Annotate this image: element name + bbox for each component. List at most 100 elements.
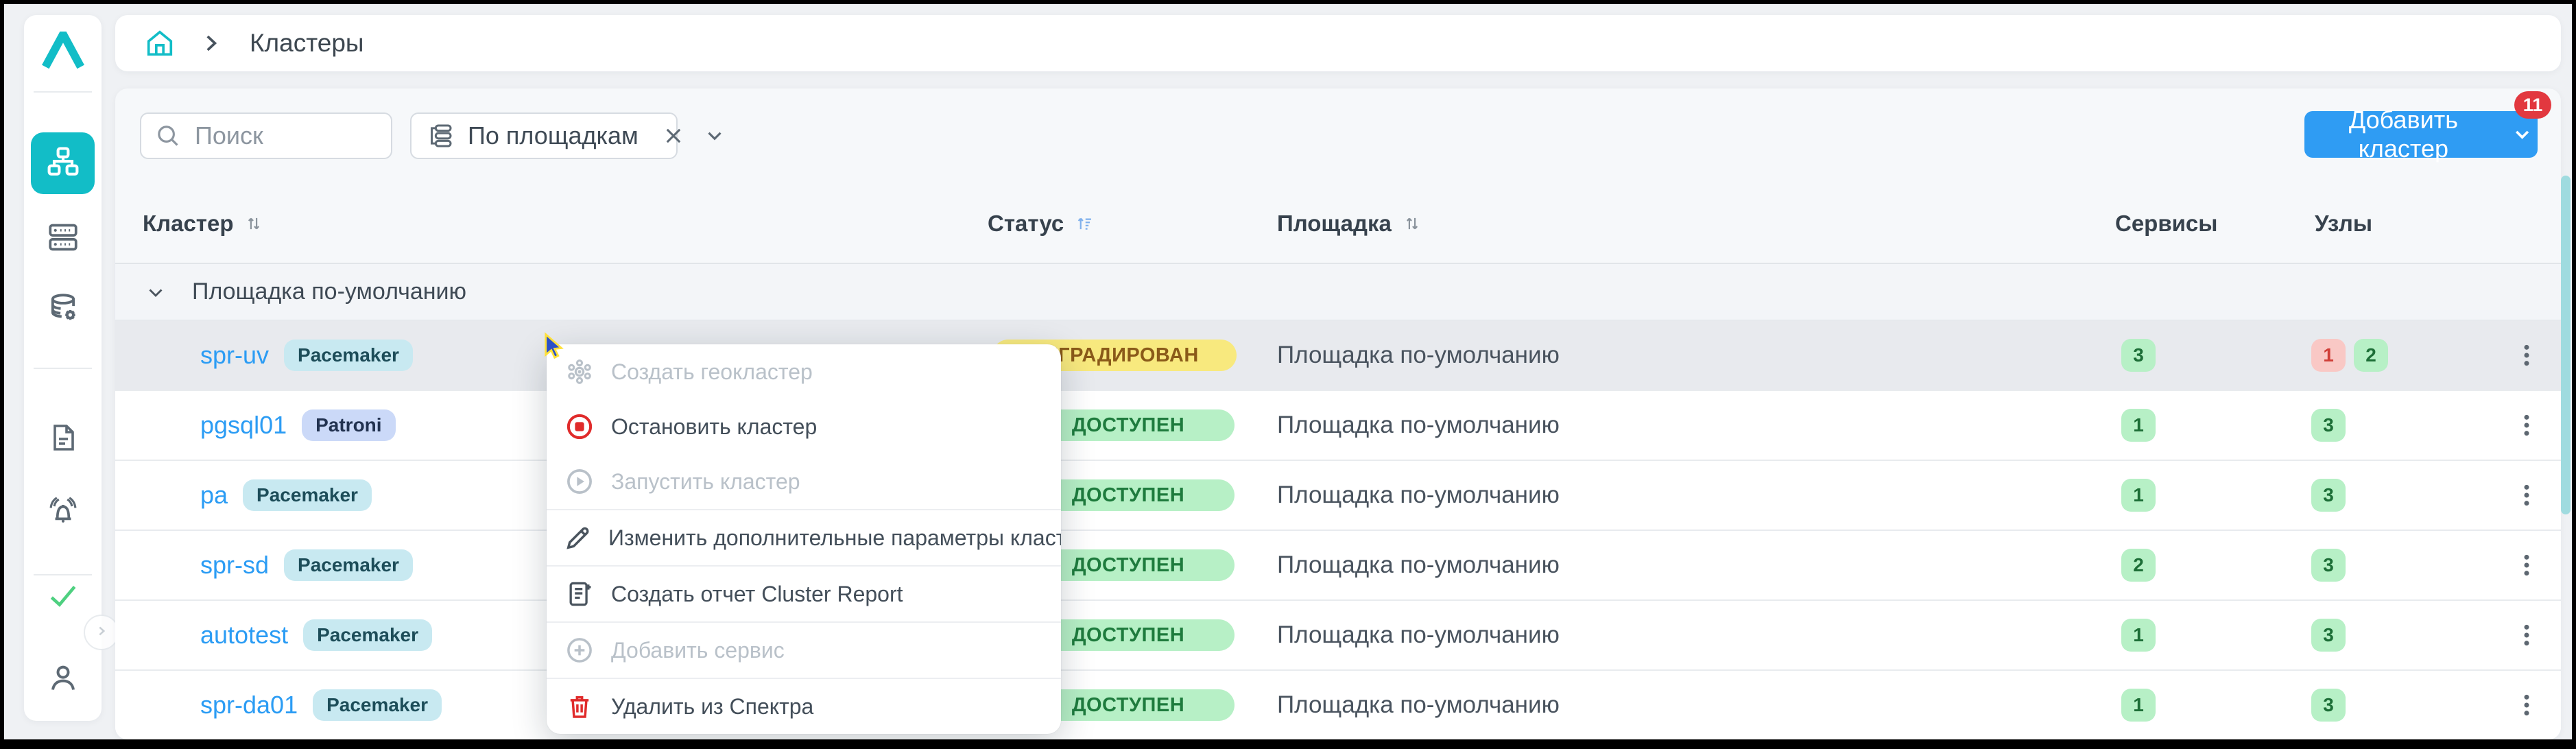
sidebar-item-profile[interactable]	[24, 654, 102, 704]
count-badge-ok: 3	[2311, 689, 2346, 722]
cluster-topology-icon	[45, 144, 81, 183]
kebab-menu-icon[interactable]	[2507, 601, 2546, 669]
engine-badge: Pacemaker	[313, 689, 442, 721]
services-cell: 1	[2121, 689, 2156, 722]
menu-item-label: Изменить дополнительные параметры класте…	[608, 525, 1061, 551]
cluster-context-menu: Создать геокластер Остановить кластер Запу…	[547, 344, 1061, 734]
menu-item: Добавить сервис	[547, 623, 1061, 678]
sidebar-item-status-check[interactable]	[24, 578, 102, 616]
table-row[interactable]: paPacemakerДОСТУПЕНПлощадка по-умолчанию…	[115, 461, 2561, 531]
filter-clear-icon[interactable]	[662, 124, 685, 147]
engine-badge: Pacemaker	[243, 479, 372, 511]
kebab-menu-icon[interactable]	[2507, 391, 2546, 460]
cluster-link[interactable]: spr-sd	[200, 551, 269, 580]
nodes-cell: 3	[2311, 549, 2346, 582]
notification-badge: 11	[2514, 91, 2551, 119]
table-row[interactable]: pgsql01PatroniДОСТУПЕНПлощадка по-умолча…	[115, 391, 2561, 461]
count-badge-ok: 3	[2311, 409, 2346, 442]
filter-dropdown[interactable]: По площадкам	[410, 112, 678, 159]
nodes-cell: 3	[2311, 619, 2346, 652]
cluster-name-cell: spr-sd Pacemaker	[200, 531, 413, 599]
services-cell: 2	[2121, 549, 2156, 582]
count-badge-ok: 2	[2354, 339, 2388, 372]
column-header-status[interactable]: Статус	[988, 211, 1094, 237]
kebab-menu-icon[interactable]	[2507, 531, 2546, 599]
collapse-chevron-icon[interactable]	[144, 281, 167, 304]
app-root: Кластеры Поиск По площадкам Добавить	[4, 4, 2572, 739]
menu-item-label: Запустить кластер	[611, 469, 800, 495]
vertical-scrollbar[interactable]	[2561, 176, 2571, 514]
sidebar-item-hosts[interactable]	[24, 214, 102, 263]
sort-icon[interactable]	[1403, 214, 1422, 233]
column-header-site[interactable]: Площадка	[1277, 211, 1422, 237]
group-row-default-site[interactable]: Площадка по-умолчанию	[115, 264, 2561, 321]
nodes-cell: 3	[2311, 409, 2346, 442]
services-cell: 1	[2121, 409, 2156, 442]
count-badge-ok: 1	[2121, 409, 2156, 442]
sidebar-item-reports[interactable]	[24, 414, 102, 464]
sidebar	[24, 15, 102, 721]
kebab-menu-icon[interactable]	[2507, 321, 2546, 390]
pencil-icon	[563, 523, 593, 553]
cluster-name-cell: spr-uv Pacemaker	[200, 321, 413, 390]
menu-item-label: Создать геокластер	[611, 359, 813, 385]
chevron-down-icon[interactable]	[703, 124, 726, 147]
count-badge-ok: 3	[2311, 549, 2346, 582]
menu-item-label: Создать отчет Cluster Report	[611, 582, 903, 607]
column-header-cluster[interactable]: Кластер	[143, 211, 263, 237]
breadcrumb: Кластеры	[115, 15, 2561, 71]
services-cell: 3	[2121, 339, 2156, 372]
engine-badge: Pacemaker	[284, 549, 413, 581]
table-row[interactable]: spr-sdPacemakerДОСТУПЕНПлощадка по-умолч…	[115, 531, 2561, 601]
count-badge-ok: 3	[2121, 339, 2156, 372]
cluster-link[interactable]: pa	[200, 481, 228, 510]
table-row[interactable]: spr-uvPacemakerДЕГРАДИРОВАНПлощадка по-у…	[115, 321, 2561, 391]
cluster-link[interactable]: spr-uv	[200, 341, 269, 370]
cluster-link[interactable]: spr-da01	[200, 691, 298, 720]
count-badge-ok: 3	[2311, 619, 2346, 652]
count-badge-ok: 1	[2121, 689, 2156, 722]
user-icon	[46, 661, 80, 698]
database-gear-icon	[45, 291, 81, 330]
nodes-cell: 3	[2311, 689, 2346, 722]
menu-item[interactable]: Изменить дополнительные параметры класте…	[547, 510, 1061, 565]
engine-badge: Pacemaker	[284, 340, 413, 371]
sidebar-divider	[34, 368, 92, 369]
menu-item-label: Удалить из Спектра	[611, 694, 813, 720]
site-cell: Площадка по-умолчанию	[1277, 671, 1560, 739]
nodes-cell: 12	[2311, 339, 2388, 372]
sort-active-icon[interactable]	[1075, 214, 1094, 233]
table-row[interactable]: spr-da01PacemakerДОСТУПЕНПлощадка по-умо…	[115, 671, 2561, 739]
table-body: spr-uvPacemakerДЕГРАДИРОВАНПлощадка по-у…	[115, 321, 2561, 739]
kebab-menu-icon[interactable]	[2507, 671, 2546, 739]
cluster-link[interactable]: pgsql01	[200, 411, 287, 440]
alarm-bell-icon	[46, 495, 80, 532]
search-input[interactable]: Поиск	[140, 112, 392, 159]
site-cell: Площадка по-умолчанию	[1277, 601, 1560, 669]
filter-label: По площадкам	[468, 121, 639, 150]
menu-item-label: Добавить сервис	[611, 638, 785, 663]
page-title: Кластеры	[250, 29, 364, 58]
site-cell: Площадка по-умолчанию	[1277, 531, 1560, 599]
kebab-menu-icon[interactable]	[2507, 461, 2546, 530]
menu-item-label: Остановить кластер	[611, 414, 817, 440]
add-cluster-button[interactable]: Добавить кластер	[2304, 111, 2538, 158]
menu-item[interactable]: Создать отчет Cluster Report	[547, 567, 1061, 621]
count-badge-ok: 1	[2121, 619, 2156, 652]
menu-item: Создать геокластер	[547, 344, 1061, 399]
cluster-link[interactable]: autotest	[200, 621, 288, 650]
menu-item[interactable]: Удалить из Спектра	[547, 679, 1061, 734]
sort-icon[interactable]	[244, 214, 263, 233]
engine-badge: Patroni	[302, 409, 395, 441]
group-label: Площадка по-умолчанию	[192, 278, 466, 305]
sidebar-item-alerts[interactable]	[24, 488, 102, 538]
site-cell: Площадка по-умолчанию	[1277, 391, 1560, 460]
sidebar-item-databases[interactable]	[24, 285, 102, 335]
sidebar-item-clusters[interactable]	[31, 132, 95, 194]
sidebar-expand-button[interactable]	[84, 615, 119, 650]
cluster-name-cell: pa Pacemaker	[200, 461, 372, 530]
cluster-name-cell: autotestPacemaker	[200, 601, 432, 669]
home-icon[interactable]	[144, 27, 176, 59]
table-row[interactable]: autotestPacemakerДОСТУПЕНПлощадка по-умо…	[115, 601, 2561, 671]
menu-item[interactable]: Остановить кластер	[547, 399, 1061, 454]
